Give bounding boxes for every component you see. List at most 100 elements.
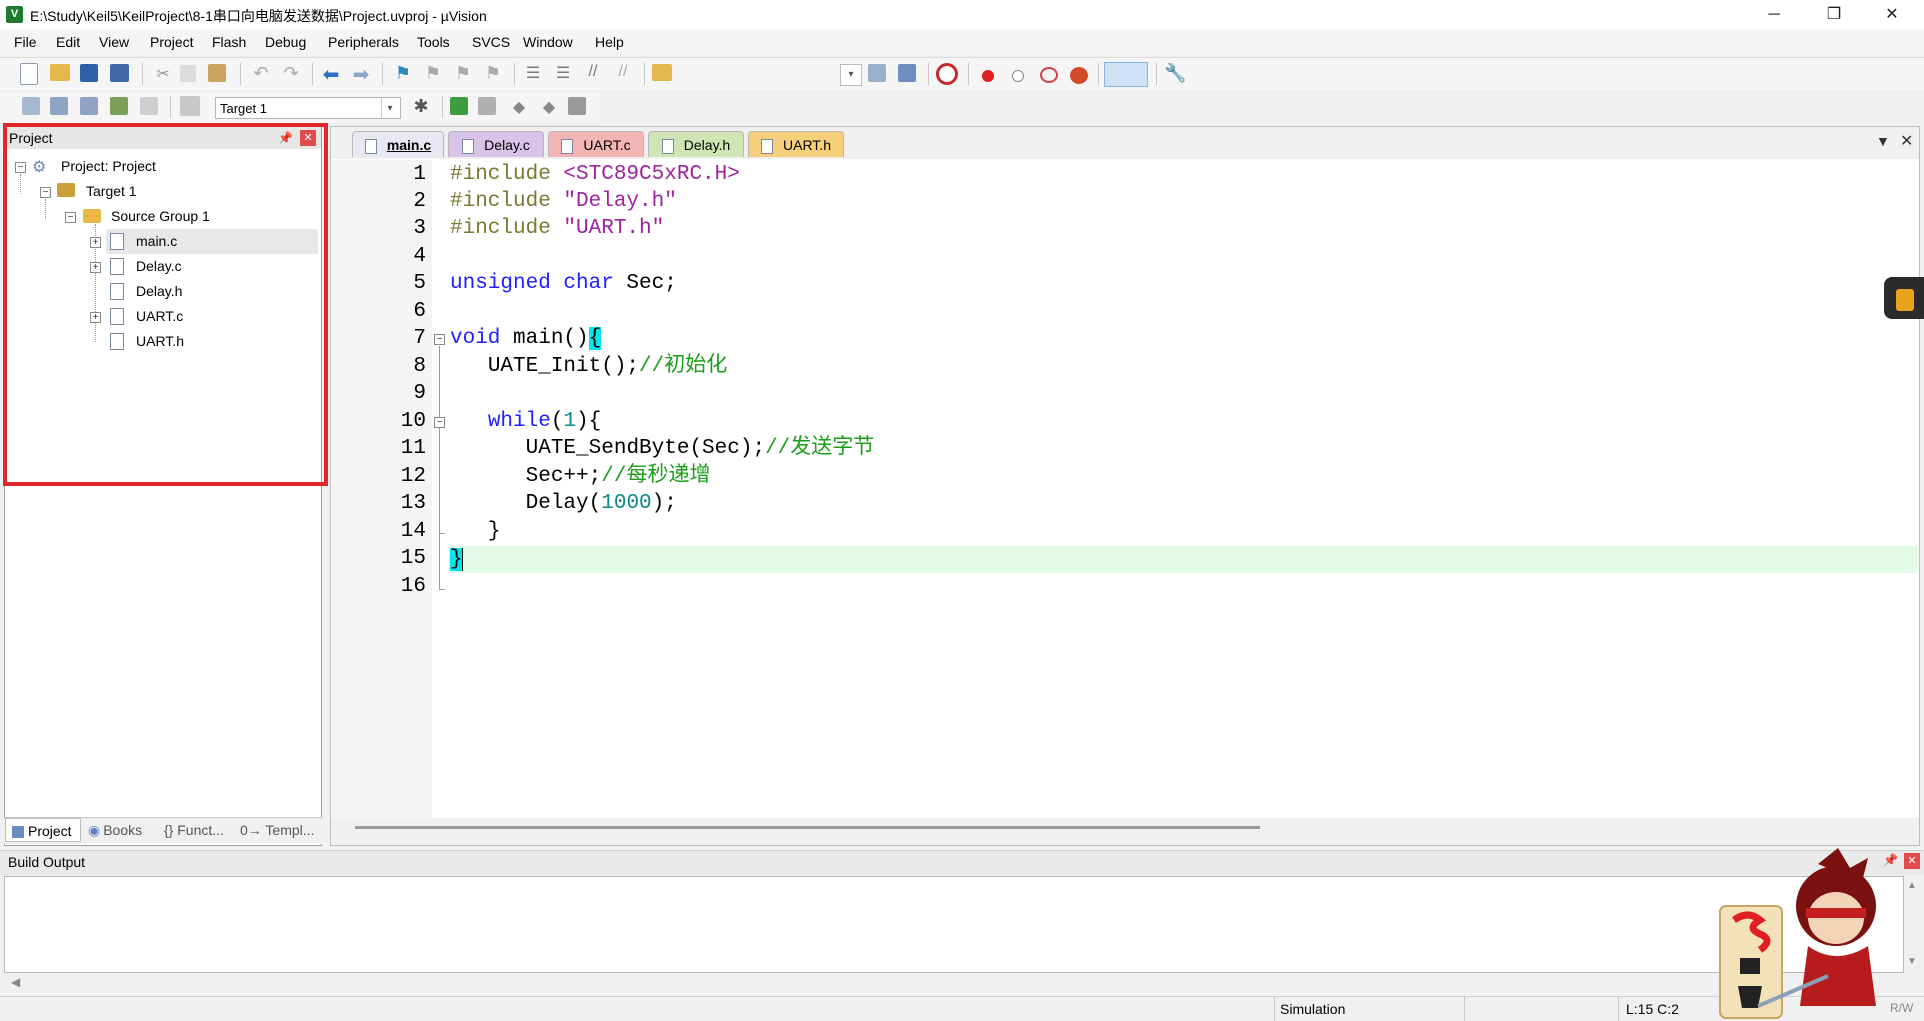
tab-delay-h[interactable]: Delay.h xyxy=(648,131,744,157)
indent-icon[interactable]: ☰ xyxy=(522,63,544,85)
menu-file[interactable]: File xyxy=(14,34,37,50)
fold-collapse-icon[interactable]: − xyxy=(434,334,445,345)
unindent-icon[interactable]: ☰ xyxy=(552,63,574,85)
incremental-find-icon[interactable] xyxy=(898,64,916,82)
breakpoint-insert-icon[interactable] xyxy=(982,70,994,82)
find-combo-dropdown[interactable]: ▾ xyxy=(840,64,862,86)
find-icon[interactable] xyxy=(868,64,886,82)
brace-match: } xyxy=(450,548,463,571)
batch-build-icon[interactable] xyxy=(110,97,128,115)
code-line[interactable]: Delay(1000); xyxy=(450,490,677,517)
nav-forward-icon[interactable]: ➡ xyxy=(350,62,372,86)
open-icon[interactable] xyxy=(50,64,70,81)
restore-button[interactable]: ❐ xyxy=(1806,0,1862,29)
pack-installer-icon[interactable] xyxy=(568,97,586,115)
scroll-left-icon[interactable]: ◀ xyxy=(11,975,20,989)
breakpoint-disable-all-icon[interactable] xyxy=(1040,67,1058,83)
manage-components-icon[interactable] xyxy=(450,97,468,115)
breakpoint-disable-icon[interactable] xyxy=(1012,70,1024,82)
toolbar-separator xyxy=(382,63,383,85)
horizontal-scrollbar[interactable] xyxy=(355,826,1260,829)
fold-collapse-icon[interactable]: − xyxy=(434,417,445,428)
new-file-icon[interactable] xyxy=(20,63,38,85)
menu-svcs[interactable]: SVCS xyxy=(472,34,510,50)
build-icon[interactable] xyxy=(50,97,68,115)
menu-peripherals[interactable]: Peripherals xyxy=(328,34,399,50)
code-line[interactable]: unsigned char Sec; xyxy=(450,270,677,297)
breakpoint-kill-all-icon[interactable] xyxy=(1070,67,1088,84)
menu-window[interactable]: Window xyxy=(523,34,573,50)
bookmark-icon[interactable]: ⚑ xyxy=(392,63,414,85)
select-pack-icon[interactable] xyxy=(478,97,496,115)
tab-delay-c[interactable]: Delay.c xyxy=(448,131,544,157)
code-line[interactable]: #include "Delay.h" xyxy=(450,188,677,215)
configure-icon[interactable]: 🔧 xyxy=(1164,63,1186,85)
window-layout-icon[interactable] xyxy=(1104,62,1148,87)
code-line[interactable]: UATE_SendByte(Sec);//发送字节 xyxy=(450,435,875,462)
tab-main-c[interactable]: main.c xyxy=(352,131,444,157)
tab-list-dropdown-icon[interactable]: ▼ xyxy=(1876,133,1890,149)
scroll-down-icon[interactable]: ▼ xyxy=(1907,956,1917,967)
tab-uart-c[interactable]: UART.c xyxy=(548,131,644,157)
code-line[interactable]: } xyxy=(450,546,463,573)
rebuild-icon[interactable] xyxy=(80,97,98,115)
code-line[interactable]: #include "UART.h" xyxy=(450,215,664,242)
code-line[interactable]: UATE_Init();//初始化 xyxy=(450,353,727,380)
download-icon[interactable] xyxy=(180,96,200,116)
uncomment-icon[interactable]: // xyxy=(612,63,634,85)
scroll-up-icon[interactable]: ▲ xyxy=(1907,880,1917,891)
bookmark-next-icon[interactable]: ⚑ xyxy=(452,63,474,85)
toolbar-separator xyxy=(312,63,313,85)
tab-templates[interactable]: 0→ Templ... xyxy=(240,818,314,842)
tab-project-label: Project xyxy=(28,823,72,839)
comment-icon[interactable]: // xyxy=(582,63,604,85)
close-tab-icon[interactable]: ✕ xyxy=(1900,131,1913,151)
menu-debug[interactable]: Debug xyxy=(265,34,306,50)
bookmark-prev-icon[interactable]: ⚑ xyxy=(422,63,444,85)
menu-view[interactable]: View xyxy=(99,34,129,50)
stop-build-icon[interactable] xyxy=(140,97,158,115)
code-line[interactable]: #include <STC89C5xRC.H> xyxy=(450,161,740,188)
tab-functions[interactable]: {} Funct... xyxy=(164,818,224,842)
debug-start-icon[interactable] xyxy=(936,63,958,85)
rte-icon[interactable]: ◆ xyxy=(538,97,560,119)
menu-flash[interactable]: Flash xyxy=(212,34,246,50)
copy-icon[interactable] xyxy=(180,65,196,82)
target-select-value: Target 1 xyxy=(220,101,267,116)
software-packs-icon[interactable]: ◆ xyxy=(508,97,530,119)
close-window-button[interactable]: ✕ xyxy=(1864,0,1920,29)
translate-icon[interactable] xyxy=(22,97,40,115)
close-icon[interactable]: ✕ xyxy=(1904,853,1920,869)
options-target-icon[interactable]: ✱ xyxy=(410,96,432,118)
build-output-area[interactable] xyxy=(4,876,1904,973)
redo-icon[interactable]: ↷ xyxy=(280,63,302,85)
code-line[interactable]: } xyxy=(450,518,501,545)
code-line[interactable]: void main(){ xyxy=(450,325,602,352)
minimize-button[interactable]: ─ xyxy=(1746,0,1802,29)
cut-icon[interactable]: ✂ xyxy=(152,64,174,86)
tab-uart-h[interactable]: UART.h xyxy=(748,131,844,157)
undo-icon[interactable]: ↶ xyxy=(250,63,272,85)
code-line[interactable]: Sec++;//每秒递增 xyxy=(450,463,711,490)
menu-edit[interactable]: Edit xyxy=(56,34,80,50)
code-line[interactable]: while(1){ xyxy=(450,408,601,435)
build-output-vscrollbar[interactable]: ▲ ▼ xyxy=(1904,876,1920,973)
nav-back-icon[interactable]: ⬅ xyxy=(320,62,342,86)
file-icon xyxy=(561,138,574,154)
save-icon[interactable] xyxy=(80,64,98,82)
menu-help[interactable]: Help xyxy=(595,34,624,50)
menu-project[interactable]: Project xyxy=(150,34,194,50)
bookmark-clear-icon[interactable]: ⚑ xyxy=(482,63,504,85)
target-select[interactable]: Target 1 ▾ xyxy=(215,97,401,119)
text-cursor xyxy=(462,548,463,571)
code-token: unsigned char xyxy=(450,272,614,295)
tab-project[interactable]: Project xyxy=(5,818,81,842)
find-in-files-icon[interactable] xyxy=(652,64,672,81)
tab-books[interactable]: ◉ Books xyxy=(88,818,142,842)
build-output-scrollbar[interactable]: ◀ xyxy=(5,974,1903,992)
code-token: "UART.h" xyxy=(563,217,665,240)
paste-icon[interactable] xyxy=(208,64,226,82)
menu-tools[interactable]: Tools xyxy=(417,34,450,50)
mascot-badge-glyph xyxy=(1740,958,1760,974)
save-all-icon[interactable] xyxy=(110,64,129,82)
